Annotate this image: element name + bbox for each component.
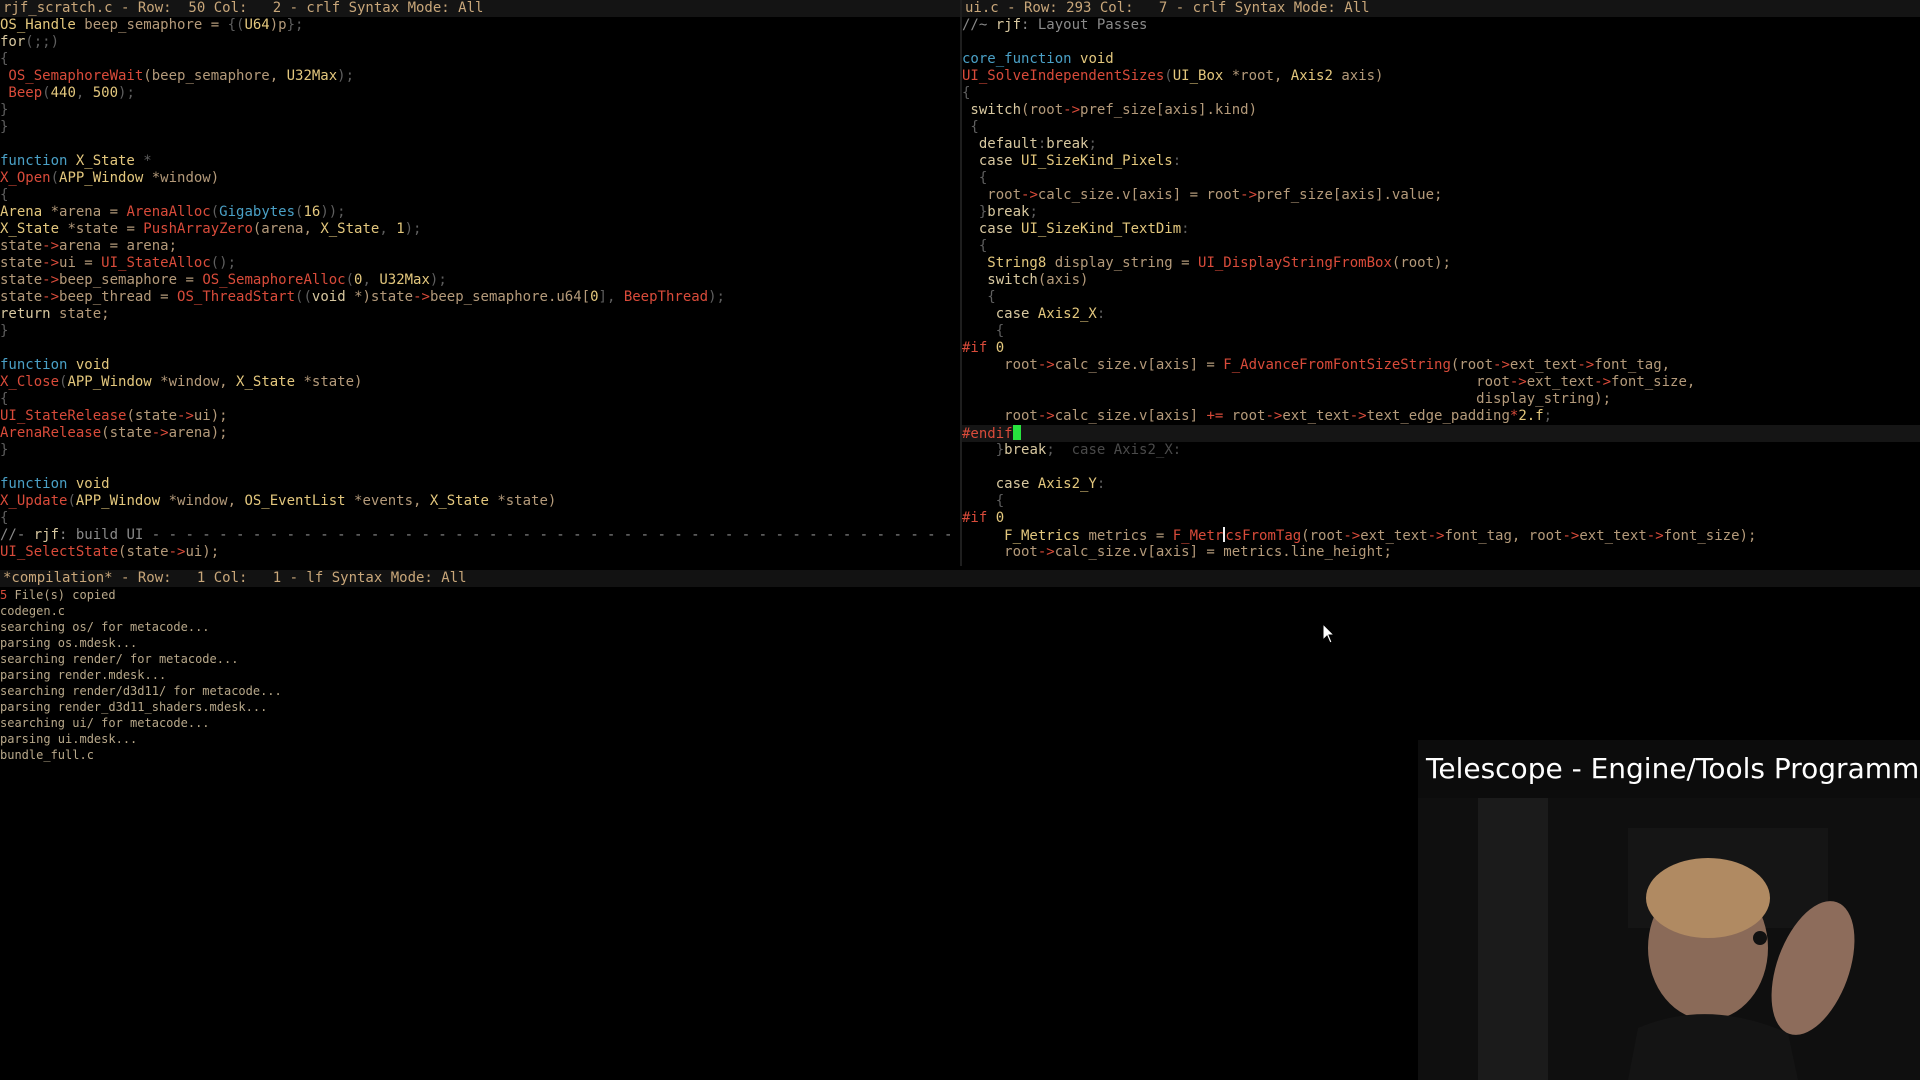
right-code-line[interactable]: root->calc_size.v[axis] = metrics.line_h… — [962, 544, 1920, 561]
left-code-line[interactable]: Beep(440, 500); — [0, 85, 960, 102]
right-code-line[interactable]: { — [962, 323, 1920, 340]
right-code-line[interactable]: case Axis2_X: — [962, 306, 1920, 323]
right-code-line[interactable] — [962, 459, 1920, 476]
left-code-line[interactable]: function X_State * — [0, 153, 960, 170]
right-code-line[interactable]: switch(axis) — [962, 272, 1920, 289]
left-code-line[interactable]: for(;;) — [0, 34, 960, 51]
right-code-line[interactable] — [962, 34, 1920, 51]
left-code-area[interactable]: OS_Handle beep_semaphore = {(U64)p}; for(… — [0, 17, 960, 566]
right-code-line[interactable]: case UI_SizeKind_TextDim: — [962, 221, 1920, 238]
left-code-line[interactable]: UI_SelectState(state->ui); — [0, 544, 960, 561]
right-code-line[interactable]: case Axis2_Y: — [962, 476, 1920, 493]
right-code-line[interactable]: root->ext_text->font_size, — [962, 374, 1920, 391]
right-code-line[interactable]: switch(root->pref_size[axis].kind) — [962, 102, 1920, 119]
left-code-line[interactable]: X_Open(APP_Window *window) — [0, 170, 960, 187]
left-code-line[interactable]: Arena *arena = ArenaAlloc(Gigabytes(16))… — [0, 204, 960, 221]
left-code-line[interactable]: { — [0, 187, 960, 204]
right-code-line[interactable]: #endif — [962, 425, 1920, 442]
right-code-line[interactable]: { — [962, 289, 1920, 306]
left-code-line[interactable]: { — [0, 391, 960, 408]
left-code-line[interactable]: state->arena = arena; — [0, 238, 960, 255]
compilation-status-bar: *compilation* - Row: 1 Col: 1 - lf Synta… — [0, 570, 1920, 587]
compilation-line: searching render/ for metacode... — [0, 652, 239, 666]
left-code-line[interactable]: state->ui = UI_StateAlloc(); — [0, 255, 960, 272]
right-code-line[interactable]: UI_SolveIndependentSizes(UI_Box *root, A… — [962, 68, 1920, 85]
left-code-line[interactable] — [0, 340, 960, 357]
left-code-line[interactable]: function void — [0, 357, 960, 374]
left-code-line[interactable]: UI_StateRelease(state->ui); — [0, 408, 960, 425]
streamer-video-icon — [1418, 798, 1920, 1080]
text-cursor-block — [1012, 425, 1021, 440]
left-code-line[interactable]: { — [0, 510, 960, 527]
right-code-line[interactable]: { — [962, 493, 1920, 510]
compilation-line: parsing render_d3d11_shaders.mdesk... — [0, 700, 268, 714]
left-status-bar: rjf_scratch.c - Row: 50 Col: 2 - crlf Sy… — [0, 0, 960, 17]
right-editor-pane[interactable]: ui.c - Row: 293 Col: 7 - crlf Syntax Mod… — [962, 0, 1920, 566]
right-status-bar: ui.c - Row: 293 Col: 7 - crlf Syntax Mod… — [962, 0, 1920, 17]
right-code-line[interactable]: root->calc_size.v[axis] = F_AdvanceFromF… — [962, 357, 1920, 374]
left-code-line[interactable] — [0, 136, 960, 153]
stream-title: Telescope - Engine/Tools Programming in … — [1418, 740, 1920, 798]
right-code-line[interactable]: { — [962, 119, 1920, 136]
left-code-line[interactable]: } — [0, 442, 960, 459]
compilation-line: parsing os.mdesk... — [0, 636, 138, 650]
compilation-line: searching ui/ for metacode... — [0, 716, 210, 730]
left-editor-pane[interactable]: rjf_scratch.c - Row: 50 Col: 2 - crlf Sy… — [0, 0, 960, 566]
right-code-line[interactable]: //~ rjf: Layout Passes — [962, 17, 1920, 34]
right-code-line[interactable]: { — [962, 238, 1920, 255]
right-code-line[interactable]: }break; case Axis2_X: — [962, 442, 1920, 459]
left-code-line[interactable]: X_State *state = PushArrayZero(arena, X_… — [0, 221, 960, 238]
compilation-line: codegen.c — [0, 604, 66, 618]
compilation-line: searching os/ for metacode... — [0, 620, 210, 634]
right-code-line[interactable]: }break; — [962, 204, 1920, 221]
right-code-line[interactable]: root->calc_size.v[axis] = root->pref_siz… — [962, 187, 1920, 204]
right-code-line[interactable]: case UI_SizeKind_Pixels: — [962, 153, 1920, 170]
left-code-line[interactable]: { — [0, 51, 960, 68]
left-code-line[interactable]: OS_Handle beep_semaphore = {(U64)p}; — [0, 17, 960, 34]
left-code-line[interactable]: X_Update(APP_Window *window, OS_EventLis… — [0, 493, 960, 510]
right-code-line[interactable]: core_function void — [962, 51, 1920, 68]
right-code-line[interactable]: display_string); — [962, 391, 1920, 408]
right-code-area[interactable]: //~ rjf: Layout Passes core_function void… — [962, 17, 1920, 566]
left-code-line[interactable] — [0, 459, 960, 476]
left-code-line[interactable]: X_Close(APP_Window *window, X_State *sta… — [0, 374, 960, 391]
left-code-line[interactable]: } — [0, 323, 960, 340]
right-code-line[interactable]: root->calc_size.v[axis] += root->ext_tex… — [962, 408, 1920, 425]
compilation-line: parsing render.mdesk... — [0, 668, 167, 682]
right-code-line[interactable]: default:break; — [962, 136, 1920, 153]
left-code-line[interactable]: //- rjf: build UI - - - - - - - - - - - … — [0, 527, 960, 544]
compilation-line: 5 File(s) copied — [0, 588, 116, 602]
left-code-line[interactable]: state->beep_semaphore = OS_SemaphoreAllo… — [0, 272, 960, 289]
right-code-line[interactable]: { — [962, 170, 1920, 187]
webcam-overlay: Telescope - Engine/Tools Programming in … — [1418, 740, 1920, 1080]
right-code-line[interactable]: String8 display_string = UI_DisplayStrin… — [962, 255, 1920, 272]
left-code-line[interactable]: OS_SemaphoreWait(beep_semaphore, U32Max)… — [0, 68, 960, 85]
left-code-line[interactable]: ArenaRelease(state->arena); — [0, 425, 960, 442]
left-code-line[interactable]: } — [0, 119, 960, 136]
left-code-line[interactable]: return state; — [0, 306, 960, 323]
left-code-line[interactable]: state->beep_thread = OS_ThreadStart((voi… — [0, 289, 960, 306]
right-code-line[interactable]: F_Metrics metrics = F_Metr csFromTag(root… — [962, 527, 1920, 544]
left-code-line[interactable]: } — [0, 102, 960, 119]
right-code-line[interactable]: { — [962, 85, 1920, 102]
left-code-line[interactable]: function void — [0, 476, 960, 493]
compilation-line: searching render/d3d11/ for metacode... — [0, 684, 282, 698]
right-code-line[interactable]: #if 0 — [962, 340, 1920, 357]
right-code-line[interactable]: #if 0 — [962, 510, 1920, 527]
